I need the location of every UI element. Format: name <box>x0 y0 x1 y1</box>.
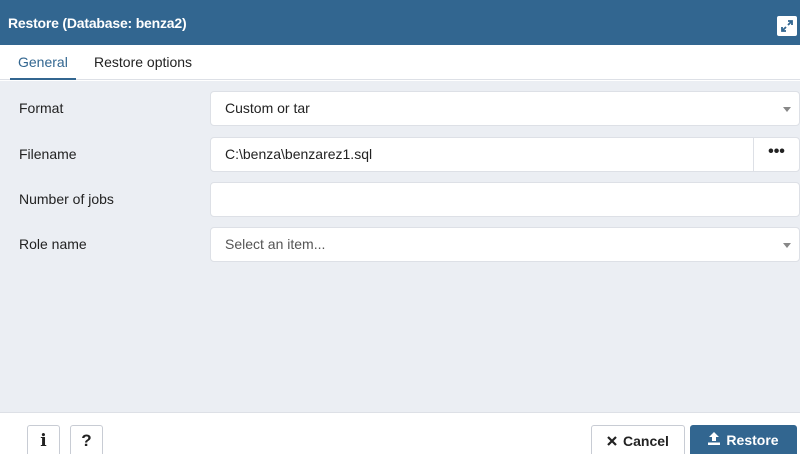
restore-label: Restore <box>726 432 779 448</box>
role-placeholder: Select an item... <box>225 236 326 252</box>
filename-value: C:\benza\benzarez1.sql <box>225 146 373 162</box>
role-row: Role name Select an item... <box>0 227 800 262</box>
role-select[interactable]: Select an item... <box>210 227 800 262</box>
browse-button[interactable]: ••• <box>753 137 800 172</box>
dialog-title: Restore (Database: benza2) <box>8 14 187 31</box>
filename-input[interactable]: C:\benza\benzarez1.sql <box>210 137 754 172</box>
upload-icon <box>708 432 721 448</box>
tab-bar: General Restore options <box>0 45 800 80</box>
cancel-button[interactable]: Cancel <box>591 425 685 454</box>
close-icon <box>607 433 617 449</box>
format-label: Format <box>19 100 64 116</box>
format-value: Custom or tar <box>225 100 310 116</box>
format-row: Format Custom or tar <box>0 91 800 126</box>
filename-label: Filename <box>19 146 77 162</box>
filename-row: Filename C:\benza\benzarez1.sql ••• <box>0 137 800 172</box>
tab-general[interactable]: General <box>10 45 76 80</box>
general-panel: Format Custom or tar Filename C:\benza\b… <box>0 81 800 412</box>
jobs-input[interactable] <box>210 182 800 217</box>
tab-restore-options[interactable]: Restore options <box>94 45 192 80</box>
dialog-titlebar: Restore (Database: benza2) <box>0 0 800 45</box>
expand-icon[interactable] <box>777 16 797 36</box>
format-select[interactable]: Custom or tar <box>210 91 800 126</box>
ellipsis-icon: ••• <box>768 142 785 160</box>
help-button[interactable]: ? <box>70 425 103 454</box>
jobs-label: Number of jobs <box>19 191 114 207</box>
info-icon: i <box>40 430 47 451</box>
chevron-down-icon <box>783 243 791 248</box>
dialog-footer: i ? Cancel Restore <box>0 412 800 454</box>
help-icon: ? <box>81 430 92 450</box>
cancel-label: Cancel <box>623 432 669 449</box>
role-label: Role name <box>19 236 87 252</box>
chevron-down-icon <box>783 107 791 112</box>
info-button[interactable]: i <box>27 425 60 454</box>
restore-button[interactable]: Restore <box>690 425 797 454</box>
jobs-row: Number of jobs <box>0 182 800 217</box>
